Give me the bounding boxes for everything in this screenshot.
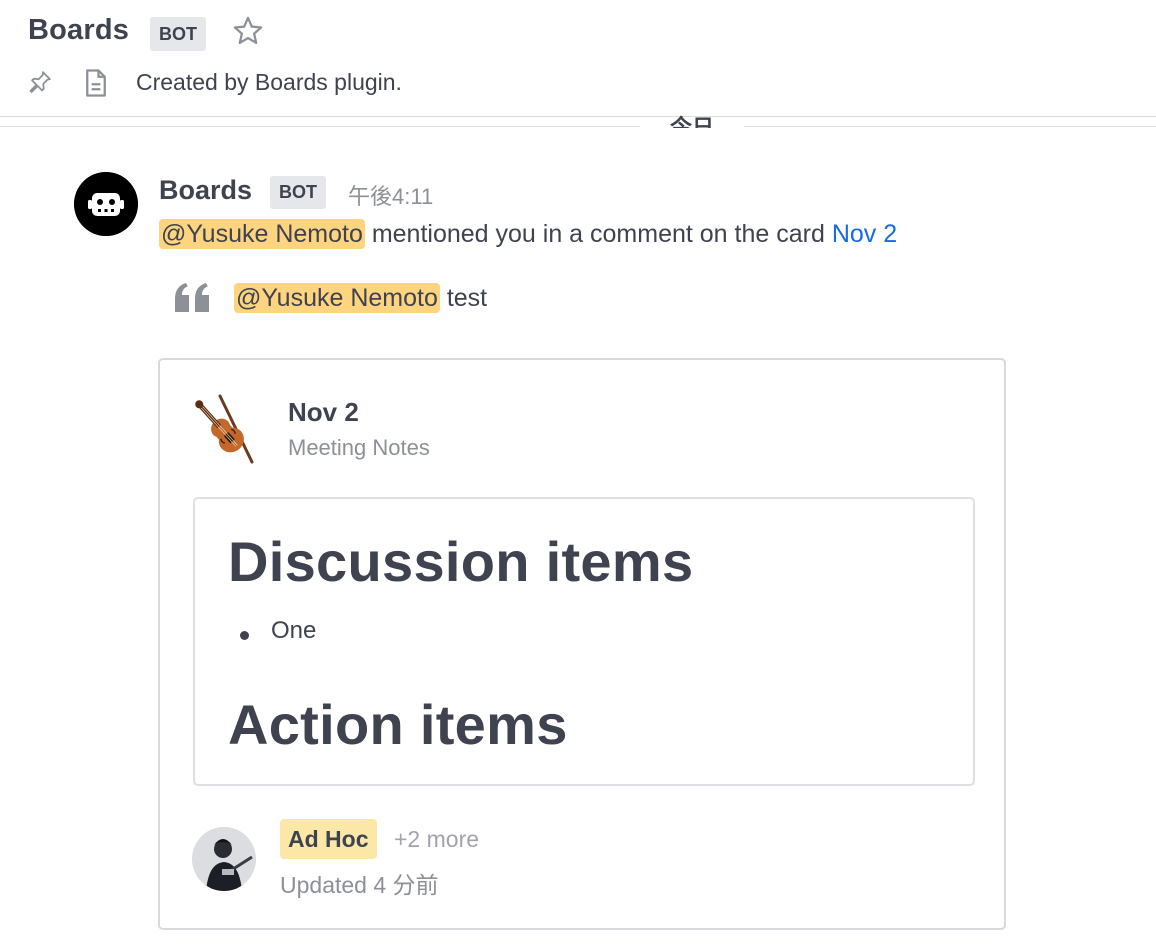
card-content-preview: Discussion items One Action items (193, 497, 975, 786)
date-separator-line (0, 126, 640, 127)
card-title[interactable]: Nov 2 (288, 397, 359, 428)
header-divider (0, 116, 1156, 117)
channel-description: Created by Boards plugin. (136, 69, 402, 95)
post-message: @Yusuke Nemoto mentioned you in a commen… (159, 219, 897, 249)
violin-icon (195, 394, 254, 464)
content-heading: Action items (228, 693, 568, 756)
user-mention[interactable]: @Yusuke Nemoto (234, 283, 440, 313)
channel-header: Boards BOT Created by Boards plugin. (0, 0, 1156, 118)
card-preview[interactable]: Nov 2 Meeting Notes Discussion items One… (158, 358, 1006, 930)
bot-badge: BOT (150, 17, 206, 51)
user-mention[interactable]: @Yusuke Nemoto (159, 219, 365, 249)
content-heading: Discussion items (228, 530, 694, 593)
channel-title[interactable]: Boards (28, 14, 129, 47)
updated-time: Updated 4 分前 (280, 872, 439, 898)
post-author[interactable]: Boards (159, 175, 252, 206)
quoted-comment: @Yusuke Nemoto test (234, 283, 488, 313)
pin-icon[interactable] (26, 68, 54, 96)
star-icon[interactable] (231, 14, 265, 48)
message-text: mentioned you in a comment on the card (364, 220, 832, 248)
list-item: One (271, 617, 317, 644)
bot-avatar[interactable] (74, 172, 138, 236)
board-name: Meeting Notes (288, 435, 430, 460)
date-separator-line (744, 126, 1156, 127)
more-tags: +2 more (394, 826, 480, 852)
bot-badge: BOT (270, 176, 326, 209)
tag-badge: Ad Hoc (280, 819, 377, 859)
bullet-dot (240, 631, 249, 640)
file-icon[interactable] (83, 68, 109, 98)
quote-icon (175, 283, 209, 312)
date-separator: 今日 (669, 115, 714, 128)
quote-text: test (439, 284, 488, 312)
card-link[interactable]: Nov 2 (832, 220, 897, 248)
post-timestamp[interactable]: 午後4:11 (348, 179, 433, 211)
user-avatar[interactable] (192, 827, 256, 891)
